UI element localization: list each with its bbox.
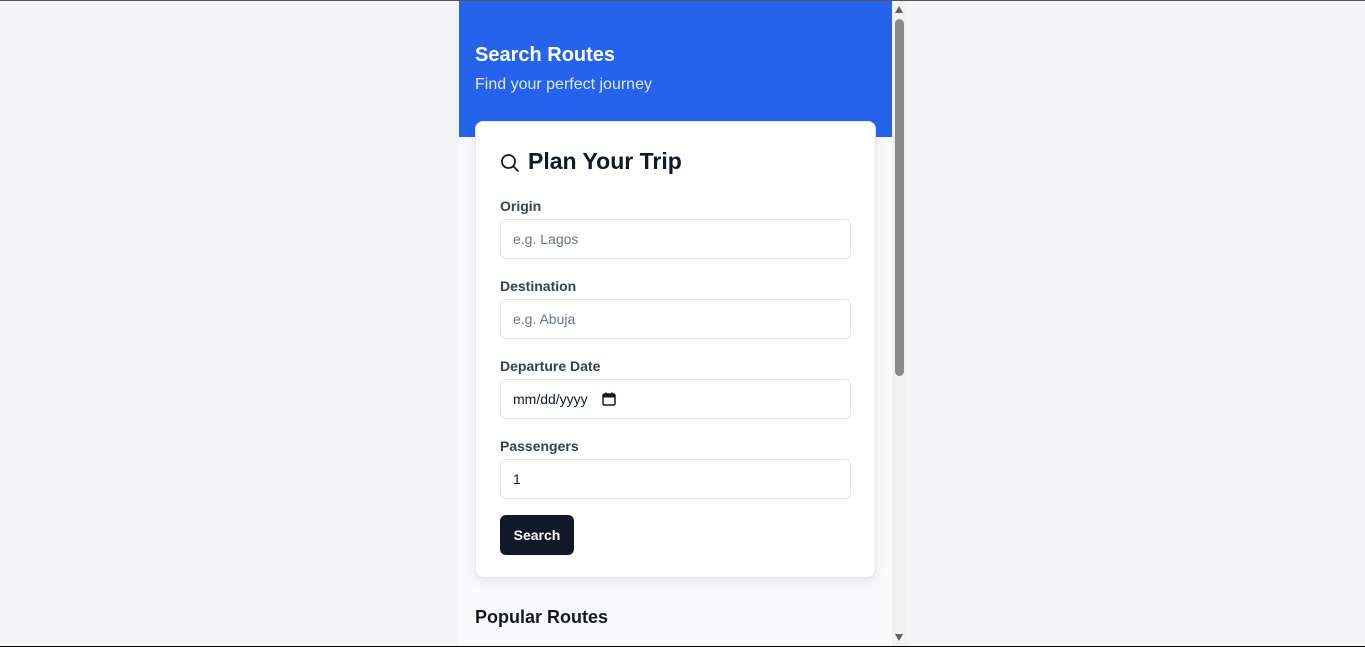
passengers-input[interactable]: 1: [500, 459, 851, 499]
departure-date-label: Departure Date: [500, 358, 601, 374]
page-title: Search Routes: [475, 44, 616, 66]
passengers-value: 1: [513, 471, 521, 487]
page-header: Search Routes Find your perfect journey: [459, 1, 892, 137]
destination-label: Destination: [500, 278, 577, 294]
scroll-up-arrow-icon[interactable]: [895, 6, 903, 13]
page-subtitle: Find your perfect journey: [475, 76, 652, 93]
popular-routes-title: Popular Routes: [475, 607, 609, 627]
search-icon: [500, 152, 520, 172]
scroll-down-arrow-icon[interactable]: [895, 634, 903, 641]
calendar-icon[interactable]: [601, 392, 616, 406]
departure-date-input[interactable]: mm/dd/yyyy: [500, 379, 851, 419]
search-button[interactable]: Search: [500, 515, 574, 555]
destination-input[interactable]: [500, 299, 851, 339]
page-scrollbar[interactable]: [892, 1, 907, 646]
scrollbar-thumb[interactable]: [895, 19, 904, 376]
card-title-text: Plan Your Trip: [528, 148, 682, 174]
departure-date-value: mm/dd/yyyy: [513, 391, 588, 407]
origin-label: Origin: [500, 198, 542, 214]
passengers-label: Passengers: [500, 438, 579, 454]
plan-trip-card: Plan Your Trip Origin Destination Depart…: [475, 121, 876, 578]
app-container: Search Routes Find your perfect journey …: [459, 1, 892, 646]
card-title: Plan Your Trip: [500, 148, 682, 175]
origin-input[interactable]: [500, 219, 851, 259]
